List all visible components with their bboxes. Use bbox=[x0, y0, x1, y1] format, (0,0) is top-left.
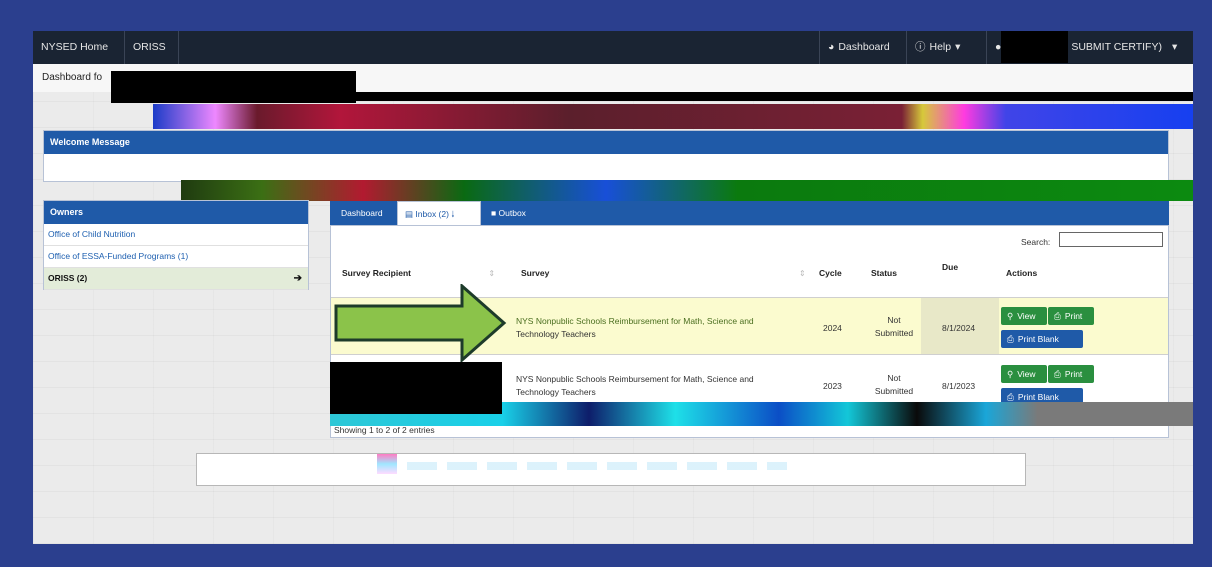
owner-item-label: ORISS (2) bbox=[48, 273, 88, 283]
survey-link[interactable]: NYS Nonpublic Schools Reimbursement for … bbox=[516, 316, 806, 339]
owner-item-child-nutrition[interactable]: Office of Child Nutrition bbox=[44, 224, 308, 246]
print-button[interactable]: ⎙ Print bbox=[1048, 365, 1094, 383]
caret-down-icon: ▾ bbox=[955, 41, 961, 53]
print-button[interactable]: ⎙ Print bbox=[1048, 307, 1094, 325]
cycle-cell: 2023 bbox=[823, 381, 842, 391]
redaction-block bbox=[330, 362, 502, 414]
bottom-panel bbox=[196, 453, 1026, 486]
survey-title-line: NYS Nonpublic Schools Reimbursement for … bbox=[516, 374, 754, 384]
sort-icon: ⇕ bbox=[488, 269, 496, 278]
status-cell: Not Submitted bbox=[871, 373, 917, 396]
status-cell: Not Submitted bbox=[871, 315, 917, 338]
print-blank-button[interactable]: ⎙ Print Blank bbox=[1001, 330, 1083, 348]
nav-dashboard-link[interactable]: ◕ Dashboard bbox=[819, 31, 906, 64]
redaction-block bbox=[1001, 31, 1068, 63]
due-cell: 8/1/2023 bbox=[942, 381, 976, 391]
info-icon: ⓘ bbox=[915, 41, 926, 53]
col-header-recipient[interactable]: Survey Recipient ⇕ bbox=[342, 268, 495, 278]
print-button-label: Print bbox=[1064, 369, 1083, 379]
tab-inbox[interactable]: ▤ Inbox (2) 🠓 bbox=[397, 201, 481, 225]
view-button[interactable]: ⚲ View bbox=[1001, 307, 1047, 325]
status-line: Not bbox=[887, 373, 901, 383]
tab-inbox-label: Inbox (2) bbox=[415, 209, 449, 219]
glitch-artifact bbox=[123, 92, 1193, 101]
col-header-due[interactable]: Due bbox=[942, 262, 958, 272]
caret-down-icon: ▾ bbox=[1171, 41, 1178, 53]
nav-dashboard-label: Dashboard bbox=[838, 41, 890, 53]
glitch-artifact bbox=[181, 180, 1193, 201]
print-button-label: Print bbox=[1064, 311, 1083, 321]
user-role-label: SUBMIT CERTIFY) bbox=[1071, 41, 1162, 53]
print-icon: ⎙ bbox=[1054, 311, 1061, 321]
col-header-status[interactable]: Status bbox=[871, 268, 897, 278]
app-screen: NYSED Home ORISS ◕ Dashboard ⓘ Help ▾ ● … bbox=[33, 31, 1193, 544]
outbox-icon: ■ bbox=[491, 208, 497, 218]
search-input[interactable] bbox=[1059, 232, 1163, 247]
view-button-label: View bbox=[1017, 311, 1036, 321]
tab-dashboard[interactable]: Dashboard bbox=[334, 201, 390, 225]
survey-title-line: Technology Teachers bbox=[516, 329, 596, 339]
col-header-survey[interactable]: Survey bbox=[521, 268, 549, 278]
welcome-title: Welcome Message bbox=[44, 131, 1168, 154]
col-header-actions: Actions bbox=[1006, 268, 1038, 278]
survey-title-line: NYS Nonpublic Schools Reimbursement for … bbox=[516, 316, 754, 326]
inbox-icon: ▤ bbox=[405, 209, 414, 219]
owners-panel: Owners Office of Child Nutrition Office … bbox=[43, 200, 309, 290]
glitch-artifact bbox=[153, 104, 1193, 129]
search-icon: ⚲ bbox=[1007, 369, 1014, 379]
sort-icon: ⇕ bbox=[799, 269, 806, 278]
tab-outbox-label: Outbox bbox=[498, 208, 526, 218]
print-icon: ⎙ bbox=[1007, 334, 1014, 344]
status-line: Submitted bbox=[874, 386, 914, 396]
nav-help-label: Help bbox=[929, 41, 952, 53]
print-blank-button-label: Print Blank bbox=[1017, 334, 1059, 344]
print-icon: ⎙ bbox=[1054, 369, 1061, 379]
tab-bar: Dashboard ▤ Inbox (2) 🠓 ■ Outbox bbox=[330, 201, 1169, 225]
view-button[interactable]: ⚲ View bbox=[1001, 365, 1047, 383]
owners-title: Owners bbox=[44, 201, 308, 224]
table-info: Showing 1 to 2 of 2 entries bbox=[334, 425, 435, 435]
breadcrumb-text: Dashboard fo bbox=[42, 72, 103, 83]
due-cell: 8/1/2024 bbox=[942, 323, 976, 333]
col-header-label: Survey Recipient bbox=[342, 268, 411, 278]
search-label: Search: bbox=[1021, 237, 1051, 247]
nav-help-menu[interactable]: ⓘ Help ▾ bbox=[906, 31, 986, 64]
view-button-label: View bbox=[1017, 369, 1036, 379]
dashboard-icon: ◕ bbox=[828, 41, 835, 53]
owner-item-essa[interactable]: Office of ESSA-Funded Programs (1) bbox=[44, 246, 308, 268]
tab-outbox[interactable]: ■ Outbox bbox=[484, 201, 533, 225]
nav-home-link[interactable]: NYSED Home bbox=[33, 31, 125, 64]
search-icon: ⚲ bbox=[1007, 311, 1014, 321]
survey-title-line: Technology Teachers bbox=[516, 387, 596, 397]
welcome-panel: Welcome Message bbox=[43, 130, 1169, 182]
glitch-artifact bbox=[377, 454, 397, 474]
owner-item-oriss[interactable]: ORISS (2) ➔ bbox=[44, 268, 308, 290]
arrow-down-icon: 🠓 bbox=[451, 209, 455, 219]
cycle-cell: 2024 bbox=[823, 323, 842, 333]
survey-link[interactable]: NYS Nonpublic Schools Reimbursement for … bbox=[516, 374, 806, 397]
pointer-arrow-icon bbox=[334, 284, 507, 362]
top-navbar: NYSED Home ORISS ◕ Dashboard ⓘ Help ▾ ● … bbox=[33, 31, 1193, 64]
status-line: Submitted bbox=[874, 328, 914, 338]
col-header-cycle[interactable]: Cycle bbox=[819, 268, 842, 278]
glitch-artifact bbox=[407, 462, 787, 470]
nav-oriss-link[interactable]: ORISS bbox=[125, 31, 179, 64]
status-line: Not bbox=[887, 315, 901, 325]
arrow-right-icon: ➔ bbox=[293, 273, 302, 284]
